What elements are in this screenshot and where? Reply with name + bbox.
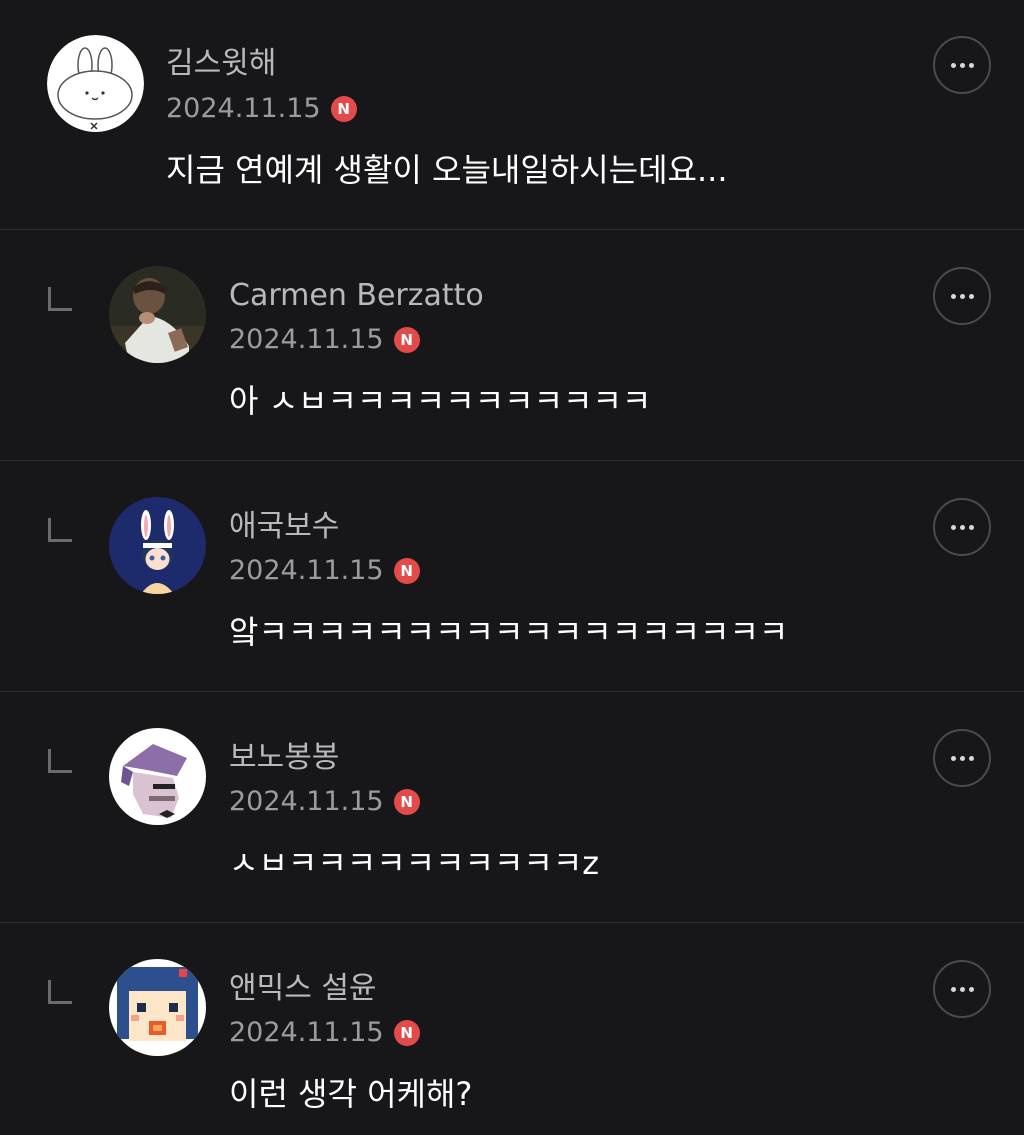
more-options-button[interactable] bbox=[933, 267, 991, 325]
comment-date-text: 2024.11.15 bbox=[229, 555, 384, 586]
comment-text: 이런 생각 어케해? bbox=[229, 1075, 473, 1113]
comment-date: 2024.11.15 N bbox=[229, 1019, 420, 1046]
comment-item: 김스윗해 2024.11.15 N 지금 연예계 생활이 오늘내일하시는데요..… bbox=[0, 0, 1024, 230]
comment-text: 아 ㅅㅂㅋㅋㅋㅋㅋㅋㅋㅋㅋㅋㅋ bbox=[229, 382, 652, 420]
photo-avatar-icon[interactable] bbox=[109, 266, 206, 363]
more-options-button[interactable] bbox=[933, 498, 991, 556]
comment-date: 2024.11.15 N bbox=[229, 326, 420, 353]
reply-arrow-icon bbox=[48, 287, 72, 311]
more-options-button[interactable] bbox=[933, 960, 991, 1018]
reply-item: Carmen Berzatto 2024.11.15 N 아 ㅅㅂㅋㅋㅋㅋㅋㅋㅋ… bbox=[0, 230, 1024, 461]
new-badge-icon: N bbox=[330, 95, 357, 122]
comment-date: 2024.11.15 N bbox=[166, 95, 357, 122]
comment-text: ㅅㅂㅋㅋㅋㅋㅋㅋㅋㅋㅋㅋz bbox=[229, 844, 600, 882]
new-badge-icon: N bbox=[393, 788, 420, 815]
more-options-icon bbox=[950, 293, 974, 299]
comment-date-text: 2024.11.15 bbox=[166, 93, 321, 124]
more-options-icon bbox=[950, 986, 974, 992]
bunny-girl-avatar-icon[interactable] bbox=[109, 497, 206, 594]
comment-date-text: 2024.11.15 bbox=[229, 1017, 384, 1048]
comment-text: 지금 연예계 생활이 오늘내일하시는데요... bbox=[166, 151, 728, 189]
comment-date: 2024.11.15 N bbox=[229, 557, 420, 584]
comment-author[interactable]: 보노봉봉 bbox=[229, 743, 339, 773]
comment-author[interactable]: 앤믹스 설윤 bbox=[229, 974, 377, 1004]
reply-item: 보노봉봉 2024.11.15 N ㅅㅂㅋㅋㅋㅋㅋㅋㅋㅋㅋㅋz bbox=[0, 692, 1024, 923]
more-options-icon bbox=[950, 755, 974, 761]
reply-item: 애국보수 2024.11.15 N 앜ㅋㅋㅋㅋㅋㅋㅋㅋㅋㅋㅋㅋㅋㅋㅋㅋㅋㅋ bbox=[0, 461, 1024, 692]
new-badge-icon: N bbox=[393, 1019, 420, 1046]
comment-date: 2024.11.15 N bbox=[229, 788, 420, 815]
reply-item: 앤믹스 설윤 2024.11.15 N 이런 생각 어케해? bbox=[0, 923, 1024, 1135]
more-options-button[interactable] bbox=[933, 729, 991, 787]
comment-author[interactable]: Carmen Berzatto bbox=[229, 281, 484, 311]
bunny-avatar-icon[interactable] bbox=[47, 35, 144, 132]
more-options-icon bbox=[950, 524, 974, 530]
new-badge-icon: N bbox=[393, 326, 420, 353]
new-badge-icon: N bbox=[393, 557, 420, 584]
reply-arrow-icon bbox=[48, 980, 72, 1004]
more-options-button[interactable] bbox=[933, 36, 991, 94]
reply-arrow-icon bbox=[48, 518, 72, 542]
comment-author[interactable]: 애국보수 bbox=[229, 512, 339, 542]
reply-arrow-icon bbox=[48, 749, 72, 773]
comment-text: 앜ㅋㅋㅋㅋㅋㅋㅋㅋㅋㅋㅋㅋㅋㅋㅋㅋㅋㅋ bbox=[229, 613, 789, 651]
more-options-icon bbox=[950, 62, 974, 68]
pixel-man-avatar-icon[interactable] bbox=[109, 728, 206, 825]
comment-date-text: 2024.11.15 bbox=[229, 324, 384, 355]
comment-author[interactable]: 김스윗해 bbox=[166, 49, 276, 79]
pixel-girl-avatar-icon[interactable] bbox=[109, 959, 206, 1056]
comment-date-text: 2024.11.15 bbox=[229, 786, 384, 817]
